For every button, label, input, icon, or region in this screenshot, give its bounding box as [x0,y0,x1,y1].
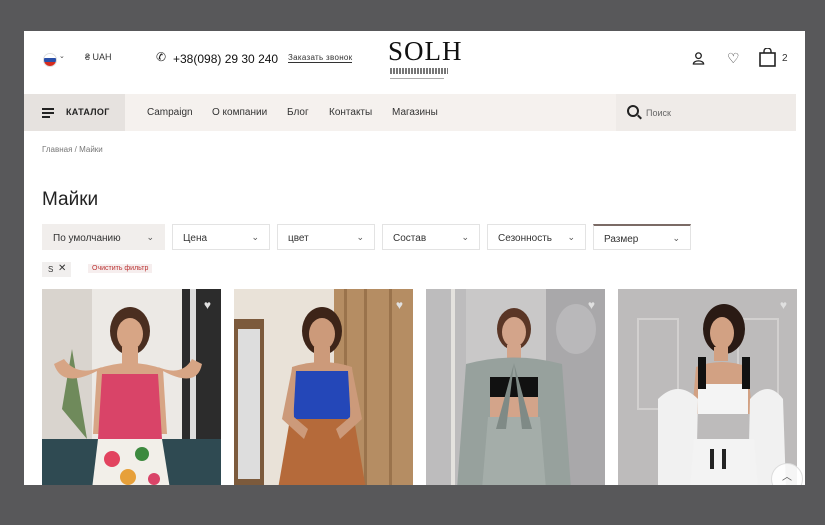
nav-link-stores[interactable]: Магазины [392,107,438,118]
browser-viewport: ⌄ ₴ UAH ✆ +38(098) 29 30 240 Заказать зв… [24,31,805,485]
top-bar: ⌄ ₴ UAH ✆ +38(098) 29 30 240 Заказать зв… [24,31,805,94]
product-card[interactable]: ♥ [426,289,605,485]
catalog-button[interactable]: КАТАЛОГ [24,94,125,131]
chevron-down-icon: ⌄ [356,232,364,242]
nav-link-campaign[interactable]: Campaign [147,107,193,118]
scroll-to-top-button[interactable]: ︿ [771,463,803,485]
phone-icon: ✆ [156,50,167,64]
chevron-down-icon: ⌄ [461,232,469,242]
chevron-up-icon: ︿ [782,472,792,483]
close-icon[interactable]: ✕ [58,263,66,274]
composition-filter[interactable]: Состав ⌄ [382,224,480,250]
active-filter-tag[interactable]: S ✕ [42,262,71,277]
product-image[interactable] [234,289,413,485]
logo[interactable]: SOLH [388,36,463,67]
main-navbar: КАТАЛОГ Campaign О компании Блог Контакт… [24,94,805,131]
chevron-down-icon: ⌄ [672,233,680,243]
filter-label: цвет [288,233,309,244]
filter-label: Сезонность [498,233,552,244]
product-image[interactable] [42,289,221,485]
filter-label: Состав [393,233,427,244]
clear-filter-button[interactable]: Очистить фильтр [88,264,153,273]
phone-number[interactable]: +38(098) 29 30 240 [173,52,278,66]
catalog-label: КАТАЛОГ [66,107,110,117]
product-card[interactable]: ♥ [42,289,221,485]
color-filter[interactable]: цвет ⌄ [277,224,375,250]
heart-icon[interactable]: ♥ [780,298,787,312]
heart-icon[interactable]: ♥ [396,298,403,312]
filter-label: Размер [604,234,639,245]
chevron-down-icon: ⌄ [567,232,575,242]
sort-label: По умолчанию [53,233,121,244]
heart-icon[interactable]: ♥ [588,298,595,312]
search-input[interactable]: Поиск [616,94,796,131]
product-card[interactable]: ♥ [234,289,413,485]
product-image[interactable] [426,289,605,485]
navbar-edge [796,94,805,131]
cart-count: 2 [782,53,788,64]
search-icon [627,105,639,117]
logo-subtitle [390,68,448,74]
sort-dropdown[interactable]: По умолчанию ⌄ [42,224,165,250]
size-filter[interactable]: Размер ⌄ [593,224,691,250]
logo-underline [390,78,444,79]
product-image[interactable] [618,289,797,485]
chevron-down-icon: ⌄ [251,232,259,242]
price-filter[interactable]: Цена ⌄ [172,224,270,250]
tag-label: S [48,265,54,274]
chevron-down-icon: ⌄ [146,232,154,242]
callback-link[interactable]: Заказать звонок [288,53,353,63]
search-placeholder: Поиск [646,108,671,118]
nav-link-contacts[interactable]: Контакты [329,107,372,118]
page-title: Майки [42,189,99,210]
language-flag-icon[interactable] [43,53,57,67]
nav-link-about[interactable]: О компании [212,107,267,118]
nav-link-blog[interactable]: Блог [287,107,309,118]
product-card[interactable]: ♥ [618,289,797,485]
season-filter[interactable]: Сезонность ⌄ [487,224,586,250]
heart-icon[interactable]: ♡ [727,50,740,67]
menu-icon [42,108,54,118]
cart-bag-icon[interactable] [759,48,776,67]
currency-selector[interactable]: ₴ UAH [85,52,112,62]
filter-label: Цена [183,233,208,244]
heart-icon[interactable]: ♥ [204,298,211,312]
chevron-down-icon[interactable]: ⌄ [59,52,65,60]
user-icon[interactable] [692,51,705,65]
breadcrumb[interactable]: Главная / Майки [42,145,103,154]
